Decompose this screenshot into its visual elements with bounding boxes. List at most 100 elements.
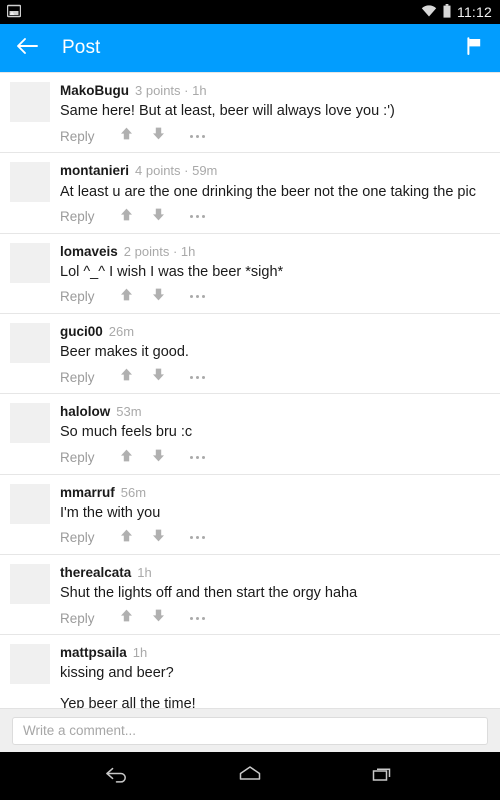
comment-author[interactable]: MakoBugu bbox=[60, 83, 129, 99]
comment-item[interactable]: montanieri 4 points · 59m At least u are t… bbox=[0, 153, 500, 234]
downvote-button[interactable] bbox=[147, 367, 171, 387]
comment-composer bbox=[0, 708, 500, 752]
upvote-arrow-icon bbox=[119, 448, 134, 468]
overflow-menu-button[interactable] bbox=[185, 207, 211, 227]
overflow-menu-button[interactable] bbox=[185, 367, 211, 387]
comment-actions: Reply bbox=[60, 206, 490, 228]
overflow-menu-button[interactable] bbox=[185, 448, 211, 468]
downvote-button[interactable] bbox=[147, 207, 171, 227]
app-screen: 11:12 Post MakoBugu 3 points · 1h Same her… bbox=[0, 0, 500, 800]
comment-author[interactable]: guci00 bbox=[60, 324, 103, 340]
downvote-arrow-icon bbox=[151, 608, 166, 628]
nav-home-icon bbox=[237, 763, 263, 790]
comment-item[interactable]: mmarruf 56m I'm the with you Reply bbox=[0, 474, 500, 555]
comment-header: mattpsaila 1h bbox=[60, 645, 490, 661]
app-bar: Post bbox=[0, 24, 500, 72]
overflow-menu-button[interactable] bbox=[185, 287, 211, 307]
image-notification-icon bbox=[6, 4, 22, 21]
comment-item[interactable]: therealcata 1h Shut the lights off and the… bbox=[0, 554, 500, 636]
reply-button[interactable]: Reply bbox=[60, 611, 95, 626]
upvote-button[interactable] bbox=[115, 528, 139, 548]
status-bar-notifications bbox=[6, 4, 22, 21]
reply-button[interactable]: Reply bbox=[60, 129, 95, 144]
downvote-button[interactable] bbox=[147, 126, 171, 146]
report-flag-button[interactable] bbox=[460, 34, 488, 62]
comment-item[interactable]: halolow 53m So much feels bru :c Reply bbox=[0, 394, 500, 475]
comment-actions: Reply bbox=[60, 286, 490, 308]
comment-actions: Reply bbox=[60, 607, 490, 629]
comment-author[interactable]: mattpsaila bbox=[60, 645, 127, 661]
comment-text: Lol ^_^ I wish I was the beer *sigh* bbox=[60, 263, 284, 280]
overflow-menu-button[interactable] bbox=[185, 126, 211, 146]
comment-header: montanieri 4 points · 59m bbox=[60, 163, 490, 179]
avatar bbox=[10, 403, 50, 444]
comment-actions: Reply bbox=[60, 527, 490, 549]
comment-item[interactable]: guci00 26m Beer makes it good. Reply bbox=[0, 313, 500, 395]
comment-author[interactable]: lomaveis bbox=[60, 244, 118, 260]
comment-actions: Reply bbox=[60, 366, 490, 388]
comment-text: Shut the lights off and then start the o… bbox=[60, 585, 358, 602]
nav-back-icon bbox=[104, 763, 130, 790]
comment-meta: 1h bbox=[132, 645, 148, 661]
upvote-button[interactable] bbox=[115, 448, 139, 468]
comment-author[interactable]: montanieri bbox=[60, 163, 129, 179]
reply-button[interactable]: Reply bbox=[60, 370, 95, 385]
more-options-icon bbox=[190, 456, 206, 460]
comment-body: mmarruf 56m I'm the with you Reply bbox=[60, 484, 490, 549]
comment-body: MakoBugu 3 points · 1h Same here! But at l… bbox=[60, 82, 490, 147]
avatar bbox=[10, 82, 50, 122]
system-navigation-bar bbox=[0, 752, 500, 800]
comment-list[interactable]: MakoBugu 3 points · 1h Same here! But at l… bbox=[0, 72, 500, 708]
status-bar-clock: 11:12 bbox=[457, 3, 492, 20]
nav-recents-button[interactable] bbox=[359, 756, 407, 796]
back-arrow-icon bbox=[16, 36, 38, 61]
reply-button[interactable]: Reply bbox=[60, 289, 95, 304]
comment-text: Yep beer all the time! bbox=[60, 695, 196, 709]
overflow-menu-button[interactable] bbox=[185, 608, 211, 628]
comment-body: mattpsaila 1h kissing and beer? Yep beer al… bbox=[60, 644, 490, 708]
upvote-button[interactable] bbox=[115, 367, 139, 387]
comment-item[interactable]: MakoBugu 3 points · 1h Same here! But at l… bbox=[0, 72, 500, 154]
nav-recents-icon bbox=[370, 763, 396, 790]
nav-back-button[interactable] bbox=[93, 756, 141, 796]
upvote-button[interactable] bbox=[115, 126, 139, 146]
comment-body: montanieri 4 points · 59m At least u are t… bbox=[60, 162, 490, 227]
comment-meta: 56m bbox=[120, 484, 147, 500]
avatar bbox=[10, 563, 50, 604]
comment-author[interactable]: therealcata bbox=[60, 565, 131, 581]
comment-author[interactable]: halolow bbox=[60, 404, 110, 420]
upvote-button[interactable] bbox=[115, 608, 139, 628]
comment-meta: 2 points · 1h bbox=[123, 243, 196, 259]
comment-item[interactable]: mattpsaila 1h kissing and beer? Yep beer al… bbox=[0, 635, 500, 708]
avatar bbox=[10, 242, 50, 283]
overflow-menu-button[interactable] bbox=[185, 528, 211, 548]
more-options-icon bbox=[190, 134, 206, 138]
comment-text: I'm the with you bbox=[60, 504, 161, 521]
reply-button[interactable]: Reply bbox=[60, 530, 95, 545]
back-button[interactable] bbox=[14, 35, 40, 61]
comment-item[interactable]: lomaveis 2 points · 1h Lol ^_^ I wish I wa… bbox=[0, 233, 500, 314]
avatar bbox=[10, 322, 50, 363]
downvote-arrow-icon bbox=[151, 126, 166, 146]
downvote-button[interactable] bbox=[147, 287, 171, 307]
nav-home-button[interactable] bbox=[226, 756, 274, 796]
comment-header: guci00 26m bbox=[60, 324, 490, 340]
comment-text: So much feels bru :c bbox=[60, 424, 193, 441]
status-bar: 11:12 bbox=[0, 0, 500, 24]
downvote-button[interactable] bbox=[147, 528, 171, 548]
reply-button[interactable]: Reply bbox=[60, 209, 95, 224]
avatar bbox=[10, 483, 50, 524]
downvote-arrow-icon bbox=[151, 448, 166, 468]
comment-text: At least u are the one drinking the beer… bbox=[60, 183, 476, 200]
upvote-button[interactable] bbox=[115, 287, 139, 307]
flag-icon bbox=[464, 36, 484, 61]
downvote-button[interactable] bbox=[147, 608, 171, 628]
downvote-button[interactable] bbox=[147, 448, 171, 468]
reply-button[interactable]: Reply bbox=[60, 450, 95, 465]
comment-author[interactable]: mmarruf bbox=[60, 485, 115, 501]
comment-input[interactable] bbox=[12, 716, 488, 745]
upvote-button[interactable] bbox=[115, 207, 139, 227]
comment-meta: 53m bbox=[116, 404, 142, 420]
comment-body: lomaveis 2 points · 1h Lol ^_^ I wish I wa… bbox=[60, 243, 490, 308]
comment-meta: 26m bbox=[108, 323, 135, 339]
